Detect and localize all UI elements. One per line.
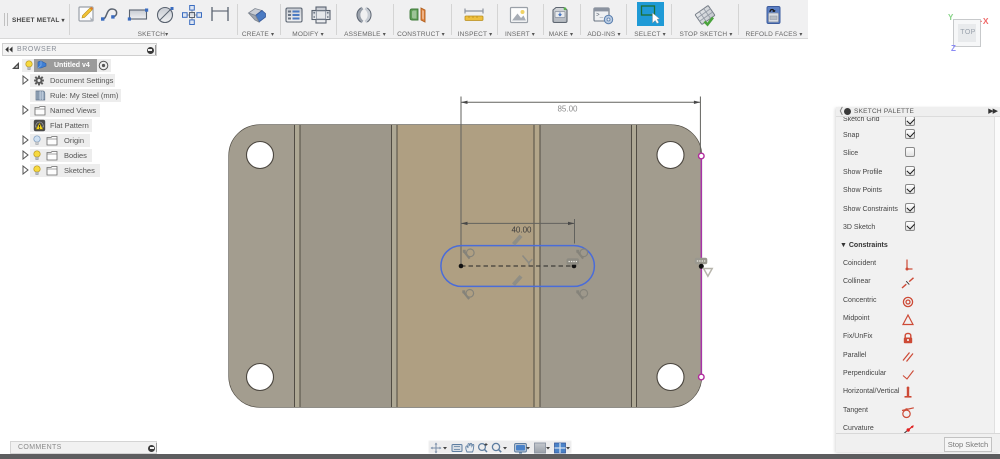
svg-text:40.00: 40.00 (511, 226, 532, 235)
svg-text:85.00: 85.00 (557, 105, 578, 114)
svg-text:>_: >_ (596, 12, 604, 19)
